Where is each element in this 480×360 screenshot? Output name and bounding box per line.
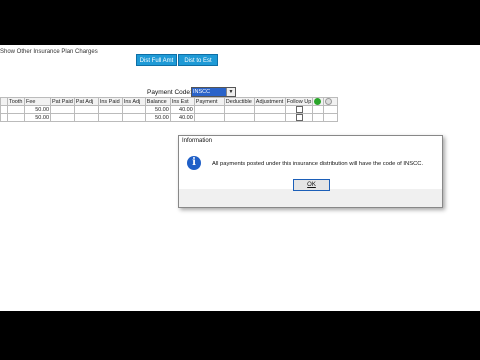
row-selector[interactable] bbox=[0, 105, 8, 114]
row-selector-header bbox=[0, 97, 8, 106]
column-header[interactable]: Ins Adj bbox=[121, 97, 146, 106]
empty-cell bbox=[323, 105, 339, 114]
empty-cell bbox=[312, 113, 325, 122]
tooth-cell[interactable] bbox=[7, 113, 25, 122]
payment-code-select[interactable]: INSCC ▼ bbox=[191, 87, 236, 97]
info-icon: i bbox=[187, 156, 201, 170]
ins-paid-cell[interactable] bbox=[97, 113, 123, 122]
fee-cell[interactable]: 50.00 bbox=[24, 113, 51, 122]
dist-to-est-button[interactable]: Dist to Est bbox=[178, 54, 218, 66]
table-row[interactable]: 50.00 50.00 40.00 bbox=[0, 113, 339, 122]
dist-full-amt-button[interactable]: Dist Full Amt bbox=[136, 54, 177, 66]
follow-up-checkbox[interactable] bbox=[295, 114, 303, 121]
fee-cell[interactable]: 50.00 bbox=[24, 105, 51, 114]
charges-table: Tooth Fee Pat Paid Pat Adj Ins Paid Ins … bbox=[0, 97, 339, 122]
options-cell[interactable] bbox=[323, 97, 339, 106]
column-header[interactable]: Deductible bbox=[223, 97, 255, 106]
follow-up-checkbox[interactable] bbox=[295, 106, 303, 113]
column-header[interactable]: Tooth bbox=[7, 97, 25, 106]
follow-up-cell[interactable] bbox=[284, 113, 314, 122]
empty-cell bbox=[323, 113, 339, 122]
column-header[interactable]: Balance bbox=[144, 97, 171, 106]
tooth-cell[interactable] bbox=[7, 105, 25, 114]
dialog-title: Information bbox=[179, 136, 442, 147]
table-header-row: Tooth Fee Pat Paid Pat Adj Ins Paid Ins … bbox=[0, 97, 339, 106]
ok-label: OK bbox=[307, 182, 316, 188]
balance-cell[interactable]: 50.00 bbox=[144, 113, 171, 122]
follow-up-cell[interactable] bbox=[284, 105, 314, 114]
add-row-cell[interactable] bbox=[312, 97, 325, 106]
ok-button[interactable]: OK bbox=[293, 179, 330, 191]
deductible-cell[interactable] bbox=[223, 105, 255, 114]
dialog-message: All payments posted under this insurance… bbox=[212, 161, 424, 167]
column-header[interactable]: Pat Paid bbox=[50, 97, 75, 106]
deductible-cell[interactable] bbox=[223, 113, 255, 122]
dialog-footer bbox=[179, 189, 442, 207]
column-header[interactable]: Pat Adj bbox=[73, 97, 99, 106]
pat-adj-cell[interactable] bbox=[73, 105, 99, 114]
pat-paid-cell[interactable] bbox=[50, 113, 75, 122]
table-row[interactable]: 50.00 50.00 40.00 bbox=[0, 105, 339, 114]
payment-cell[interactable] bbox=[193, 105, 225, 114]
pat-paid-cell[interactable] bbox=[50, 105, 75, 114]
column-header[interactable]: Ins Est bbox=[169, 97, 195, 106]
payment-code-label: Payment Code: bbox=[147, 89, 192, 96]
ins-est-cell[interactable]: 40.00 bbox=[169, 113, 195, 122]
pat-adj-cell[interactable] bbox=[73, 113, 99, 122]
show-other-charges-label[interactable]: Show Other Insurance Plan Charges bbox=[0, 49, 98, 55]
add-icon[interactable] bbox=[314, 98, 322, 105]
ins-paid-cell[interactable] bbox=[97, 105, 123, 114]
column-header[interactable]: Follow Up bbox=[284, 97, 314, 106]
column-header[interactable]: Adjustment bbox=[253, 97, 286, 106]
settings-icon[interactable] bbox=[325, 98, 333, 105]
empty-cell bbox=[312, 105, 325, 114]
column-header[interactable]: Payment bbox=[193, 97, 225, 106]
payment-code-value: INSCC bbox=[192, 88, 226, 96]
ins-est-cell[interactable]: 40.00 bbox=[169, 105, 195, 114]
adjustment-cell[interactable] bbox=[253, 105, 286, 114]
column-header[interactable]: Ins Paid bbox=[97, 97, 123, 106]
column-header[interactable]: Fee bbox=[24, 97, 51, 106]
ins-adj-cell[interactable] bbox=[121, 113, 146, 122]
information-dialog: Information i All payments posted under … bbox=[178, 135, 443, 208]
adjustment-cell[interactable] bbox=[253, 113, 286, 122]
ins-adj-cell[interactable] bbox=[121, 105, 146, 114]
balance-cell[interactable]: 50.00 bbox=[144, 105, 171, 114]
row-selector[interactable] bbox=[0, 113, 8, 122]
payment-cell[interactable] bbox=[193, 113, 225, 122]
chevron-down-icon[interactable]: ▼ bbox=[226, 88, 235, 96]
